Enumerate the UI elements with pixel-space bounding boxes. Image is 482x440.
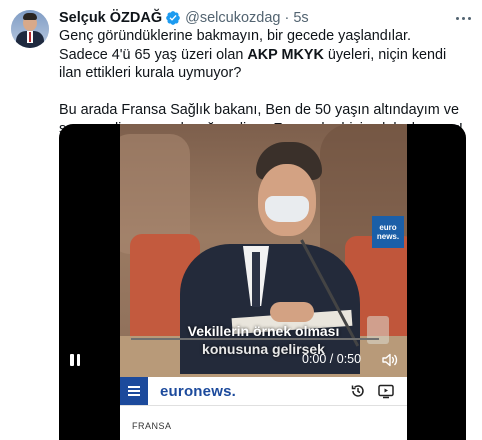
watermark-line-2: news. [376, 232, 400, 241]
author-name[interactable]: Selçuk ÖZDAĞ [59, 10, 162, 26]
tv-icon[interactable] [378, 383, 394, 399]
subtitle-line-1: Vekillerin örnek olması [187, 323, 340, 339]
separator-dot: · [284, 10, 290, 26]
tweet-paragraph-1: Genç göründüklerine bakmayın, bir gecede… [59, 27, 469, 83]
video-frame[interactable]: euro news. Vekillerin örnek olması konus… [120, 124, 407, 404]
watermark-line-1: euro [379, 223, 397, 232]
embedded-site: euronews. FRANSA [120, 377, 407, 440]
tweet-text: Genç göründüklerine bakmayın, bir gecede… [59, 27, 469, 138]
tweet-time[interactable]: 5s [293, 10, 308, 26]
author-handle[interactable]: @selcukozdag [185, 10, 280, 26]
tweet-line-2-bold: AKP MKYK [247, 46, 324, 63]
more-icon[interactable] [455, 10, 473, 26]
tweet-header: Selçuk ÖZDAĞ @selcukozdag · 5s [59, 9, 309, 27]
progress-bar[interactable] [131, 338, 379, 340]
avatar[interactable] [11, 10, 49, 48]
pause-icon[interactable] [68, 353, 82, 367]
tweet-line-2-pre: Sadece 4'ü 65 yaş üzeri olan [59, 46, 248, 63]
volume-icon[interactable] [382, 353, 398, 367]
tweet-line-1: Genç göründüklerine bakmayın, bir gecede… [59, 28, 411, 44]
verified-badge-icon [166, 11, 180, 25]
site-header: euronews. [120, 377, 407, 406]
euronews-watermark: euro news. [372, 216, 404, 248]
tweet: Selçuk ÖZDAĞ @selcukozdag · 5s Genç görü… [0, 0, 482, 440]
time-display: 0:00 / 0:50 [302, 352, 362, 366]
video-player[interactable]: euro news. Vekillerin örnek olması konus… [59, 124, 466, 440]
site-section[interactable]: FRANSA [132, 421, 172, 431]
site-brand[interactable]: euronews. [160, 383, 236, 400]
history-icon[interactable] [350, 383, 366, 399]
subtitle-line-2: konusuna gelirsek [202, 341, 325, 357]
hamburger-menu-icon[interactable] [120, 377, 148, 405]
